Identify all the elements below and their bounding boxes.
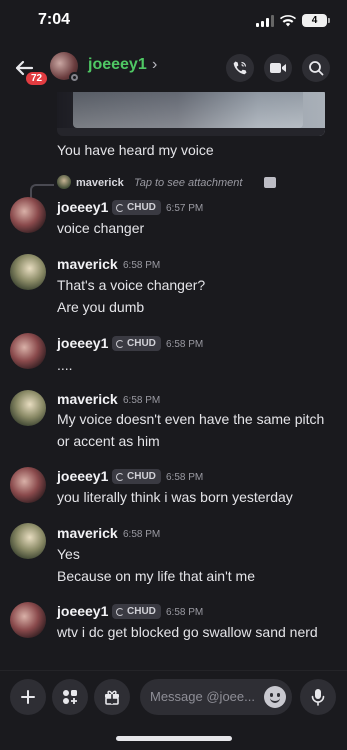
chevron-right-icon[interactable]: ›	[152, 56, 157, 74]
message-timestamp: 6:58 PM	[166, 472, 204, 483]
apps-icon	[63, 690, 77, 704]
reply-avatar	[57, 175, 71, 189]
avatar[interactable]	[10, 254, 46, 290]
signal-icon	[256, 14, 274, 27]
tag-icon	[116, 339, 124, 348]
message-placeholder: Message @joee...	[150, 689, 255, 704]
message-text: Because on my life that ain't me	[57, 568, 255, 584]
image-icon	[264, 177, 276, 188]
user-tag: CHUD	[112, 604, 161, 619]
message-text: voice changer	[57, 220, 145, 236]
avatar[interactable]	[10, 467, 46, 503]
wifi-icon	[280, 14, 296, 26]
home-indicator	[116, 736, 232, 741]
gift-button[interactable]	[94, 679, 130, 715]
avatar[interactable]	[10, 523, 46, 559]
message-timestamp: 6:57 PM	[166, 203, 204, 214]
status-icons: 4	[256, 14, 330, 27]
message-timestamp: 6:58 PM	[123, 529, 161, 540]
status-indicator-icon	[69, 72, 80, 83]
tag-icon	[116, 203, 124, 212]
message-username[interactable]: maverick	[57, 391, 118, 407]
message-username[interactable]: joeeey1	[57, 468, 108, 484]
message-input[interactable]: Message @joee...	[140, 679, 292, 715]
message-username[interactable]: joeeey1	[57, 199, 108, 215]
call-icon	[233, 61, 247, 75]
message-username[interactable]: joeeey1	[57, 603, 108, 619]
message-timestamp: 6:58 PM	[123, 260, 161, 271]
reply-connector	[30, 184, 54, 198]
reply-hint[interactable]: Tap to see attachment	[134, 177, 242, 189]
avatar[interactable]	[10, 197, 46, 233]
tag-icon	[116, 472, 124, 481]
unread-badge: 72	[24, 70, 50, 87]
avatar[interactable]	[10, 390, 46, 426]
message-text: Yes	[57, 546, 80, 562]
search-icon	[309, 61, 324, 76]
call-button[interactable]	[226, 54, 254, 82]
message-timestamp: 6:58 PM	[123, 395, 161, 406]
avatar[interactable]	[10, 333, 46, 369]
message-timestamp: 6:58 PM	[166, 339, 204, 350]
microphone-icon	[311, 689, 325, 706]
emoji-icon[interactable]	[264, 686, 286, 708]
message-username[interactable]: maverick	[57, 256, 118, 272]
reply-username[interactable]: maverick	[76, 177, 124, 189]
image-attachment[interactable]	[57, 92, 325, 136]
search-button[interactable]	[302, 54, 330, 82]
message-username[interactable]: maverick	[57, 525, 118, 541]
add-attachment-button[interactable]	[10, 679, 46, 715]
message-text: That's a voice changer?	[57, 277, 206, 293]
message-text: My voice doesn't even have the same pitc…	[57, 411, 325, 427]
video-icon	[270, 63, 286, 73]
battery-icon: 4	[302, 14, 330, 27]
header-username[interactable]: joeeey1	[88, 56, 147, 74]
message-list[interactable]: You have heard my voice maverick Tap to …	[0, 92, 347, 670]
message-text: ....	[57, 357, 73, 373]
plus-icon	[21, 690, 35, 704]
message-text: you literally think i was born yesterday	[57, 489, 293, 505]
message-username[interactable]: joeeey1	[57, 335, 108, 351]
message-text: or accent as him	[57, 433, 160, 449]
status-bar: 7:04 4	[0, 0, 347, 44]
avatar[interactable]	[10, 602, 46, 638]
voice-message-button[interactable]	[300, 679, 336, 715]
user-tag: CHUD	[112, 200, 161, 215]
video-call-button[interactable]	[264, 54, 292, 82]
message-timestamp: 6:58 PM	[166, 607, 204, 618]
message-text: Are you dumb	[57, 299, 145, 315]
chat-header: 72 joeeey1 ›	[0, 44, 347, 92]
message-text: You have heard my voice	[57, 142, 214, 158]
message-text: wtv i dc get blocked go swallow sand ner…	[57, 624, 318, 640]
tag-icon	[116, 607, 124, 616]
status-time: 7:04	[38, 11, 71, 28]
apps-button[interactable]	[52, 679, 88, 715]
user-tag: CHUD	[112, 469, 161, 484]
user-tag: CHUD	[112, 336, 161, 351]
gift-icon	[105, 690, 119, 705]
